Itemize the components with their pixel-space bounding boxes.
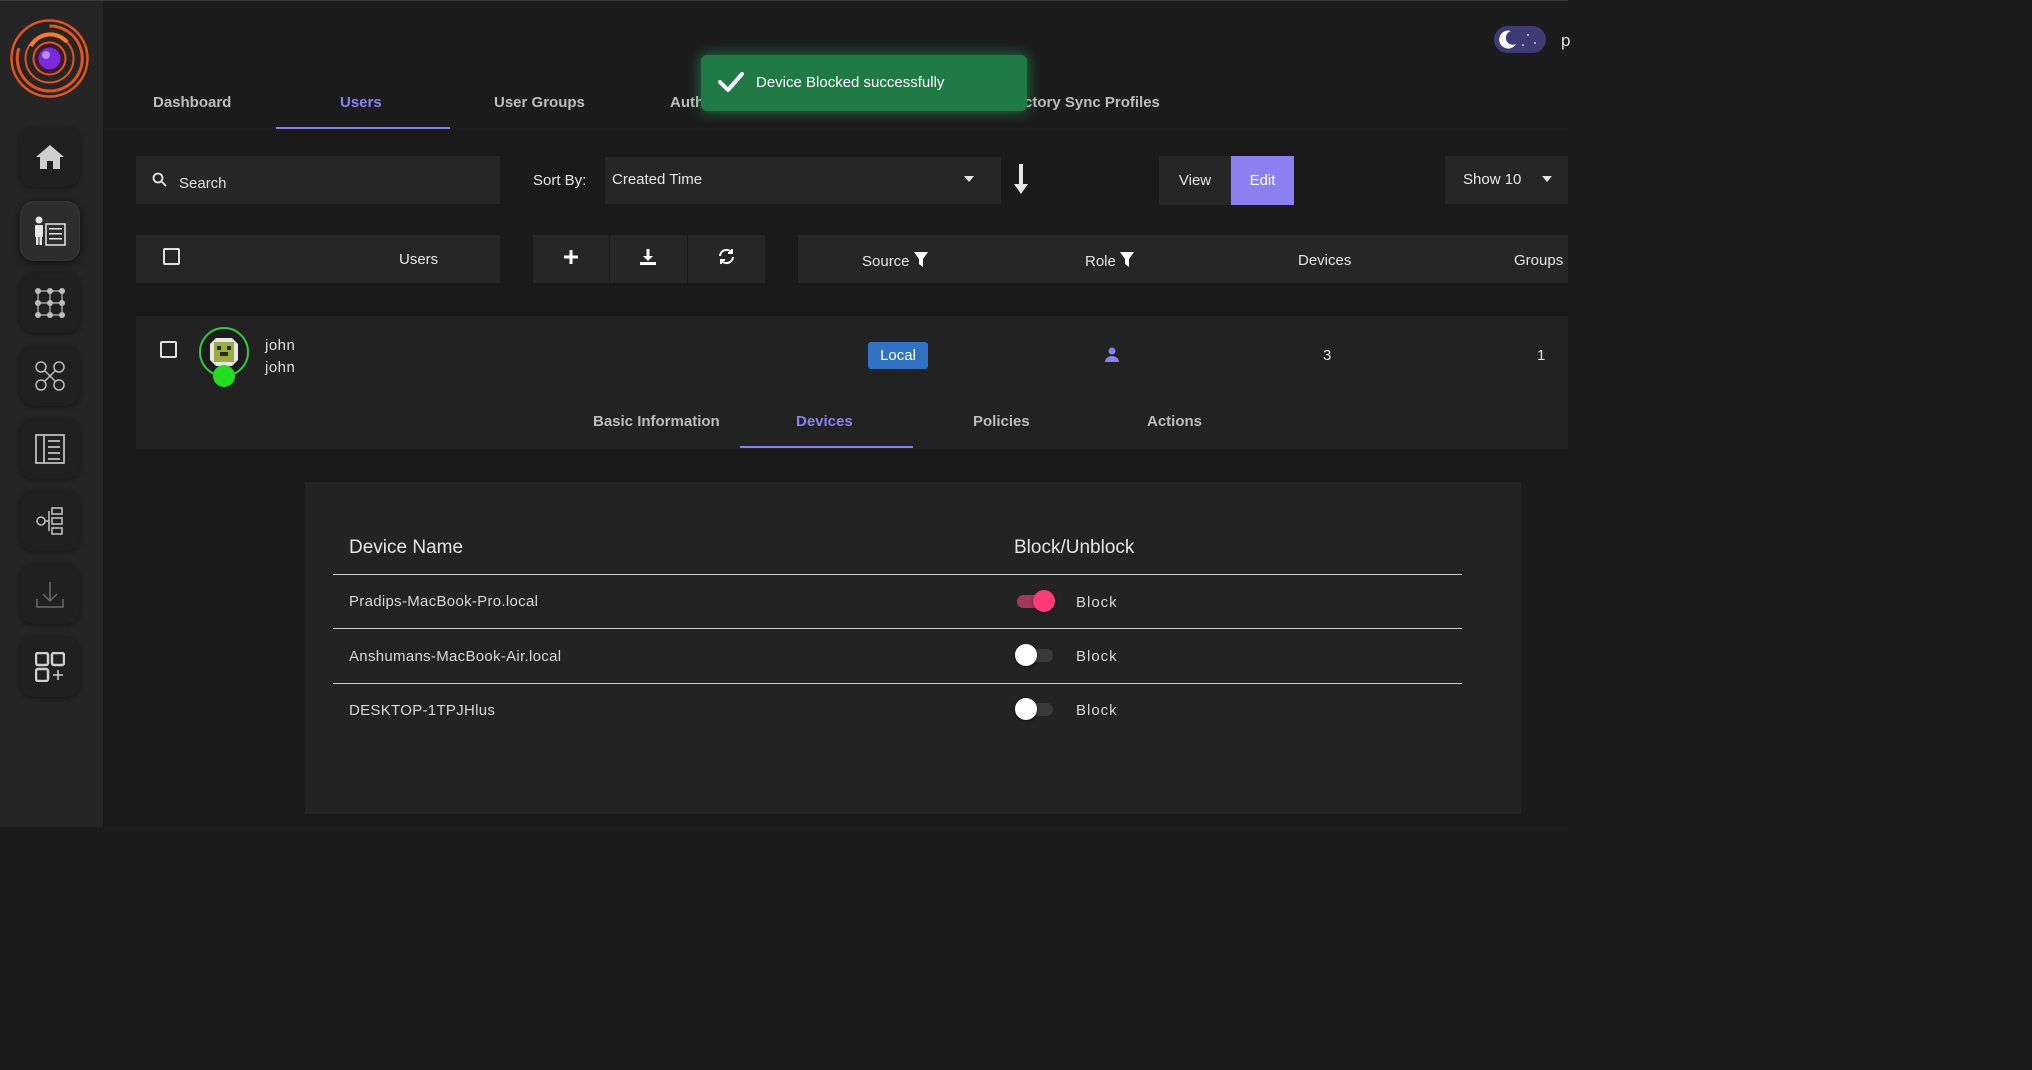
online-status-dot: [213, 365, 235, 387]
role-column-header[interactable]: Role: [1085, 252, 1134, 271]
row-checkbox[interactable]: [160, 341, 177, 358]
add-user-button[interactable]: [533, 235, 611, 283]
devices-column-header: Devices: [1298, 252, 1352, 269]
success-toast: Device Blocked successfully: [701, 55, 1027, 111]
devices-count: 3: [1323, 347, 1332, 364]
download-icon: [35, 579, 65, 609]
block-label: Block: [1076, 648, 1118, 665]
search-icon: [152, 172, 167, 192]
refresh-button[interactable]: [688, 235, 765, 283]
download-users-button[interactable]: [610, 235, 688, 283]
sort-by-value: Created Time: [612, 171, 703, 188]
grid-network-icon: [34, 287, 66, 319]
settings-hierarchy-icon: [34, 506, 66, 536]
sort-by-label: Sort By:: [533, 172, 587, 189]
user-role-icon: [1105, 347, 1119, 367]
app-root: Dashboard Users User Groups Auth ctory S…: [0, 0, 1570, 827]
users-header-cell: Users: [136, 235, 500, 283]
view-mode-button[interactable]: View: [1159, 156, 1231, 205]
divider: [333, 574, 1462, 575]
theme-toggle[interactable]: [1494, 26, 1546, 53]
sidebar-item-user-network[interactable]: [20, 346, 80, 406]
device-name: DESKTOP-1TPJHlus: [349, 702, 496, 719]
moon-icon: [1497, 29, 1518, 55]
block-toggle[interactable]: [1015, 590, 1055, 612]
sidebar-item-users[interactable]: [20, 201, 80, 261]
filter-icon[interactable]: [1119, 252, 1134, 271]
chevron-down-icon: [1542, 176, 1552, 182]
toast-message: Device Blocked successfully: [756, 74, 945, 91]
source-badge: Local: [868, 342, 928, 369]
tab-directory-sync-profiles[interactable]: ctory Sync Profiles: [1024, 94, 1160, 111]
sidebar: [0, 1, 103, 827]
block-label: Block: [1076, 594, 1118, 611]
block-toggle[interactable]: [1015, 644, 1055, 666]
divider: [333, 683, 1462, 684]
page-size-value: Show 10: [1463, 171, 1522, 188]
home-icon: [34, 143, 66, 171]
user-display-name: john: [265, 337, 296, 354]
search-input[interactable]: Search: [136, 156, 500, 204]
subtab-devices[interactable]: Devices: [796, 413, 853, 430]
source-column-header[interactable]: Source: [862, 252, 928, 271]
plus-icon: [564, 249, 579, 269]
tab-dashboard[interactable]: Dashboard: [153, 94, 231, 111]
active-tab-indicator: [276, 127, 450, 129]
block-label: Block: [1076, 702, 1118, 719]
logo: [9, 18, 90, 99]
subtab-actions[interactable]: Actions: [1147, 413, 1202, 430]
download-icon: [640, 248, 657, 270]
groups-column-header: Groups: [1514, 252, 1564, 269]
profile-label-cut[interactable]: p: [1561, 31, 1570, 51]
document-list-icon: [35, 434, 65, 464]
table-actions: [533, 235, 765, 283]
edit-mode-button[interactable]: Edit: [1231, 156, 1294, 205]
sidebar-item-network[interactable]: [20, 273, 80, 333]
sidebar-item-apps[interactable]: [20, 637, 80, 697]
sidebar-item-documents[interactable]: [20, 419, 80, 479]
check-icon: [718, 71, 744, 98]
block-unblock-header: Block/Unblock: [1014, 537, 1135, 558]
arrow-down-icon: [1012, 164, 1030, 199]
sort-direction-button[interactable]: [1012, 163, 1030, 195]
active-subtab-indicator: [740, 446, 913, 448]
block-toggle[interactable]: [1015, 698, 1055, 720]
subtab-policies[interactable]: Policies: [973, 413, 1030, 430]
device-name: Pradips-MacBook-Pro.local: [349, 593, 539, 610]
apps-add-icon: [35, 652, 65, 682]
role-header-label: Role: [1085, 253, 1116, 270]
search-placeholder: Search: [179, 175, 227, 192]
subtab-basic-information[interactable]: Basic Information: [593, 413, 720, 430]
groups-count: 1: [1537, 347, 1546, 364]
chevron-down-icon: [964, 176, 974, 182]
tab-auth[interactable]: Auth: [670, 94, 704, 111]
users-list-icon: [33, 215, 67, 247]
select-all-checkbox[interactable]: [163, 248, 180, 265]
filter-icon[interactable]: [913, 252, 928, 271]
tab-user-groups[interactable]: User Groups: [494, 94, 585, 111]
device-name: Anshumans-MacBook-Air.local: [349, 648, 562, 665]
sidebar-item-download[interactable]: [20, 564, 80, 624]
sidebar-item-settings[interactable]: [20, 491, 80, 551]
columns-header: Source Role Devices Groups: [798, 235, 1568, 283]
tab-users[interactable]: Users: [340, 94, 382, 111]
user-username: john: [265, 359, 296, 376]
device-name-header: Device Name: [349, 537, 464, 558]
divider: [333, 628, 1462, 629]
sidebar-item-home[interactable]: [20, 127, 80, 187]
refresh-icon: [718, 248, 735, 270]
source-header-label: Source: [862, 253, 910, 270]
page-size-select[interactable]: Show 10: [1445, 156, 1568, 204]
user-network-icon: [34, 360, 66, 392]
users-column-header: Users: [399, 251, 439, 268]
sort-by-select[interactable]: Created Time: [605, 157, 1001, 204]
